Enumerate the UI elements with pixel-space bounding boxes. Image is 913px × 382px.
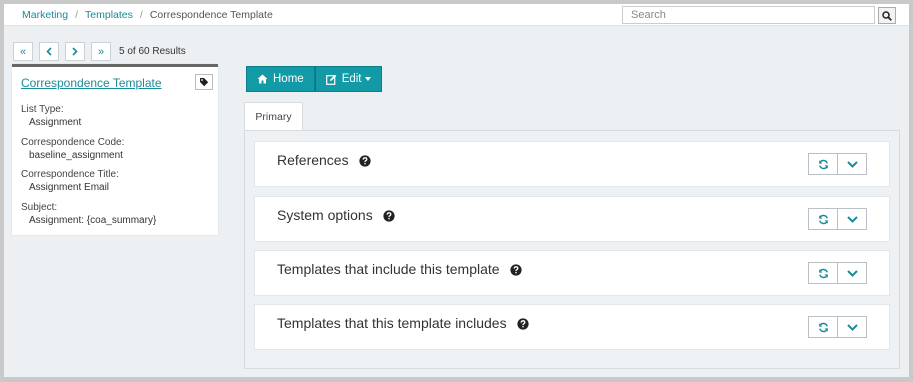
refresh-icon <box>818 214 828 224</box>
refresh-button[interactable] <box>808 262 838 284</box>
field-label: Correspondence Code: <box>21 137 125 148</box>
caret-down-icon <box>364 77 371 81</box>
breadcrumb-templates[interactable]: Templates <box>85 9 133 21</box>
prev-page-button[interactable] <box>39 42 59 61</box>
refresh-icon <box>818 159 828 169</box>
refresh-button[interactable] <box>808 208 838 230</box>
field-subject: Subject: Assignment: {coa_summary} <box>21 202 156 226</box>
section-templates-that-include: Templates that include this template <box>254 250 890 296</box>
chevron-down-icon <box>846 215 858 223</box>
edit-button-label: Edit <box>341 73 362 85</box>
field-list-type: List Type: Assignment <box>21 104 81 128</box>
chevron-right-icon <box>72 47 78 56</box>
section-actions <box>808 262 867 284</box>
field-value: Assignment Email <box>29 182 110 193</box>
field-correspondence-title: Correspondence Title: Assignment Email <box>21 169 119 193</box>
field-correspondence-code: Correspondence Code: baseline_assignment <box>21 137 124 161</box>
question-circle-icon[interactable] <box>358 155 371 167</box>
question-circle-icon[interactable] <box>509 264 522 276</box>
last-page-button[interactable]: » <box>91 42 111 61</box>
app-frame: Marketing / Templates / Correspondence Templ… <box>4 4 909 377</box>
home-button[interactable]: Home <box>246 66 315 92</box>
next-page-button[interactable] <box>65 42 85 61</box>
section-system-options: System options <box>254 196 890 242</box>
first-page-button[interactable]: « <box>13 42 33 61</box>
primary-tab-panel: References System options Templates that… <box>244 130 900 369</box>
record-toolbar: Home Edit <box>246 66 382 92</box>
breadcrumb-separator: / <box>75 9 79 21</box>
chevron-down-icon <box>846 269 858 277</box>
refresh-button[interactable] <box>808 316 838 338</box>
record-summary-card: Correspondence Template List Type: Assig… <box>12 64 218 235</box>
tab-primary[interactable]: Primary <box>244 102 303 131</box>
section-title: Templates that include this template <box>277 261 522 277</box>
section-title-text: System options <box>277 207 373 223</box>
question-circle-icon[interactable] <box>516 318 529 330</box>
field-label: Subject: <box>21 202 58 213</box>
field-value: Assignment <box>29 117 82 128</box>
edit-icon <box>325 74 336 85</box>
edit-dropdown-button[interactable]: Edit <box>314 66 382 92</box>
search-input[interactable] <box>622 6 875 24</box>
field-value: Assignment: {coa_summary} <box>29 215 157 226</box>
breadcrumb-current: Correspondence Template <box>149 9 273 21</box>
section-title: Templates that this template includes <box>277 315 529 331</box>
tag-button[interactable] <box>195 74 213 90</box>
chevron-down-icon <box>846 323 858 331</box>
home-button-label: Home <box>273 73 304 85</box>
section-title-text: Templates that this template includes <box>277 315 507 331</box>
breadcrumb-separator: / <box>139 9 143 21</box>
section-title: References <box>277 152 371 168</box>
home-icon <box>257 74 268 84</box>
refresh-button[interactable] <box>808 153 838 175</box>
field-label: Correspondence Title: <box>21 169 119 180</box>
record-title[interactable]: Correspondence Template <box>21 76 162 90</box>
expand-button[interactable] <box>837 316 867 338</box>
section-title-text: References <box>277 152 349 168</box>
pager: « » 5 of 60 Results <box>13 42 186 61</box>
section-actions <box>808 208 867 230</box>
field-value: baseline_assignment <box>29 150 123 161</box>
section-templates-included: Templates that this template includes <box>254 304 890 350</box>
expand-button[interactable] <box>837 153 867 175</box>
refresh-icon <box>818 322 828 332</box>
tag-icon <box>200 78 209 87</box>
question-circle-icon[interactable] <box>383 210 395 222</box>
section-actions <box>808 316 867 338</box>
result-count: 5 of 60 Results <box>119 46 186 57</box>
chevron-down-icon <box>846 160 858 168</box>
expand-button[interactable] <box>837 208 867 230</box>
refresh-icon <box>818 268 828 278</box>
chevron-left-icon <box>46 47 52 56</box>
section-actions <box>808 153 867 175</box>
breadcrumb: Marketing / Templates / Correspondence Templ… <box>22 9 273 21</box>
search-icon <box>882 10 892 21</box>
top-bar: Marketing / Templates / Correspondence Templ… <box>4 4 909 26</box>
expand-button[interactable] <box>837 262 867 284</box>
section-title: System options <box>277 207 395 223</box>
field-label: List Type: <box>21 104 64 115</box>
breadcrumb-marketing[interactable]: Marketing <box>22 9 68 21</box>
search-button[interactable] <box>878 7 896 24</box>
section-title-text: Templates that include this template <box>277 261 500 277</box>
section-references: References <box>254 141 890 187</box>
